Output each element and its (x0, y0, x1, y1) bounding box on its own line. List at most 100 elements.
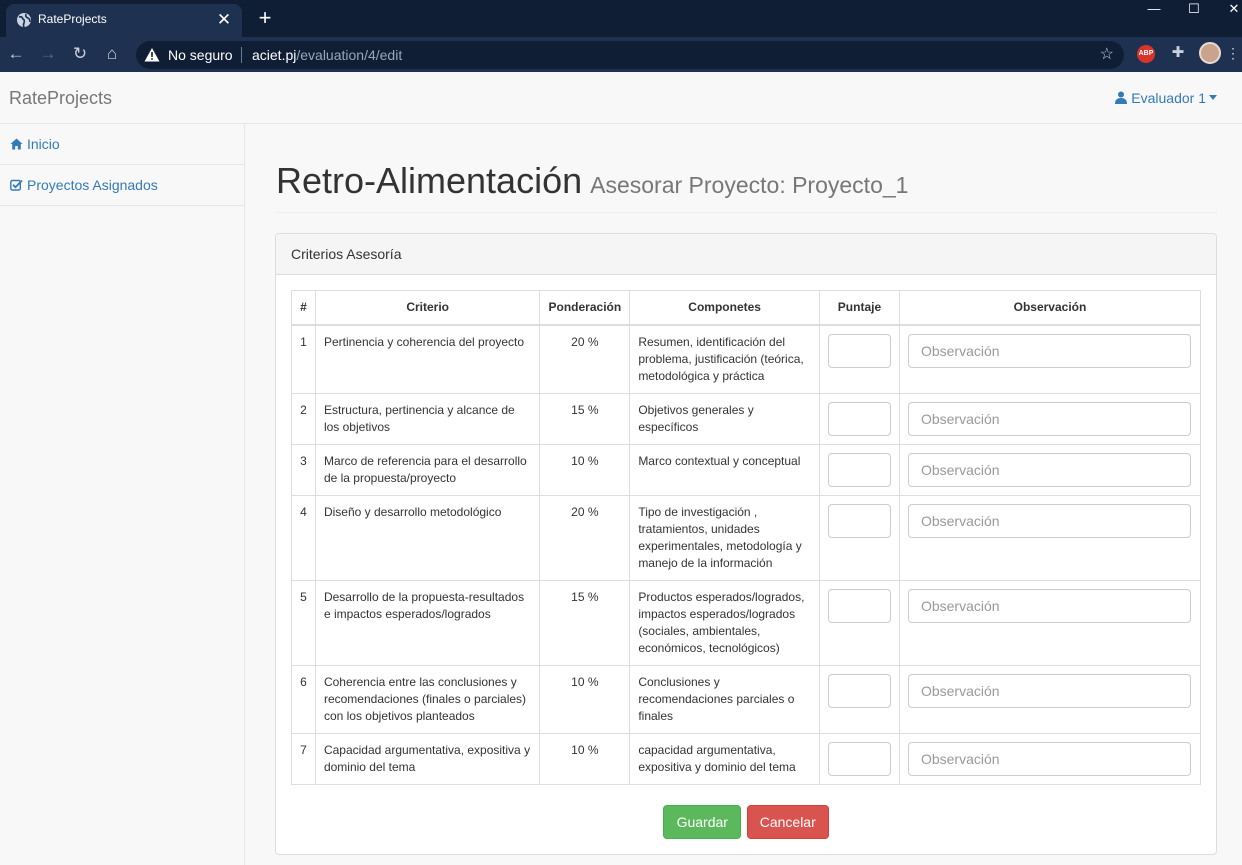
row-componentes: Conclusiones y recomendaciones parciales… (629, 664, 820, 734)
user-dropdown[interactable]: Evaluador 1 (1115, 90, 1217, 106)
table-row: 6 Coherencia entre las conclusiones y re… (291, 664, 1202, 734)
puntaje-input[interactable] (827, 401, 891, 436)
minimize-window-icon[interactable]: — (1134, 0, 1174, 20)
save-button[interactable]: Guardar (663, 804, 742, 839)
table-row: 7 Capacidad argumentativa, expositiva y … (291, 732, 1202, 785)
row-puntaje-cell (818, 494, 900, 581)
row-observacion-cell (898, 579, 1202, 666)
row-number: 7 (291, 732, 316, 785)
sidebar-item-label: Proyectos Asignados (27, 177, 158, 193)
row-puntaje-cell (818, 443, 900, 496)
app-navbar: RateProjects Evaluador 1 (0, 72, 1242, 124)
tab-title: RateProjects (38, 12, 107, 26)
page-subtitle: Asesorar Proyecto: Proyecto_1 (590, 172, 909, 198)
row-number: 4 (291, 494, 316, 581)
cancel-button[interactable]: Cancelar (746, 804, 829, 839)
user-icon (1115, 91, 1128, 104)
column-header: Componetes (629, 290, 820, 326)
row-observacion-cell (898, 664, 1202, 734)
form-actions: Guardar Cancelar (291, 804, 1201, 839)
back-icon[interactable]: ← (5, 43, 27, 65)
row-componentes: Productos esperados/logrados, impactos e… (629, 579, 820, 666)
sidebar-item-inicio[interactable]: Inicio (0, 124, 244, 165)
row-ponderacion: 20 % (539, 324, 631, 394)
adblock-extension-icon[interactable]: ABP (1137, 45, 1155, 63)
home-browser-icon[interactable]: ⌂ (101, 43, 123, 65)
warning-icon (144, 48, 160, 62)
table-row: 4 Diseño y desarrollo metodológico 20 % … (291, 494, 1202, 581)
sidebar-item-label: Inicio (27, 136, 60, 152)
close-tab-icon[interactable]: ✕ (214, 8, 234, 32)
row-componentes: capacidad argumentativa, expositiva y do… (629, 732, 820, 785)
security-label[interactable]: No seguro (168, 47, 233, 63)
caret-down-icon (1209, 95, 1217, 100)
row-puntaje-cell (818, 579, 900, 666)
column-header: # (291, 290, 316, 326)
sidebar: Inicio Proyectos Asignados (0, 124, 245, 865)
row-componentes: Resumen, identificación del problema, ju… (629, 324, 820, 394)
reload-icon[interactable]: ↻ (69, 43, 91, 65)
row-criterio: Capacidad argumentativa, expositiva y do… (314, 732, 541, 785)
puntaje-input[interactable] (827, 452, 891, 487)
puntaje-input[interactable] (827, 741, 891, 776)
column-header: Criterio (314, 290, 541, 326)
observacion-input[interactable] (907, 333, 1191, 368)
profile-avatar[interactable] (1199, 42, 1221, 64)
table-row: 2 Estructura, pertinencia y alcance de l… (291, 392, 1202, 445)
globe-icon (17, 13, 31, 28)
new-tab-button[interactable]: + (256, 4, 274, 32)
row-ponderacion: 20 % (539, 494, 631, 581)
row-puntaje-cell (818, 732, 900, 785)
row-criterio: Marco de referencia para el desarrollo d… (314, 443, 541, 496)
observacion-input[interactable] (907, 588, 1191, 623)
puntaje-input[interactable] (827, 503, 891, 538)
browser-menu-icon[interactable]: ⋮ (1226, 43, 1240, 63)
row-criterio: Estructura, pertinencia y alcance de los… (314, 392, 541, 445)
row-ponderacion: 15 % (539, 392, 631, 445)
row-number: 3 (291, 443, 316, 496)
row-puntaje-cell (818, 324, 900, 394)
row-ponderacion: 10 % (539, 443, 631, 496)
observacion-input[interactable] (907, 741, 1191, 776)
home-icon (10, 138, 23, 150)
table-row: 1 Pertinencia y coherencia del proyecto … (291, 324, 1202, 394)
extensions-puzzle-icon[interactable]: ✚ (1168, 43, 1188, 63)
puntaje-input[interactable] (827, 673, 891, 708)
row-componentes: Marco contextual y conceptual (629, 443, 820, 496)
browser-tab[interactable]: RateProjects ✕ (6, 4, 242, 37)
close-window-icon[interactable]: ✕ (1214, 0, 1242, 20)
row-observacion-cell (898, 324, 1202, 394)
puntaje-input[interactable] (827, 333, 891, 368)
observacion-input[interactable] (907, 503, 1191, 538)
row-observacion-cell (898, 443, 1202, 496)
maximize-window-icon[interactable]: ☐ (1174, 0, 1214, 20)
table-row: 5 Desarrollo de la propuesta-resultados … (291, 579, 1202, 666)
url-text[interactable]: aciet.pj/evaluation/4/edit (252, 47, 402, 63)
table-header-row: # Criterio Ponderación Componetes Puntaj… (291, 290, 1202, 326)
row-ponderacion: 15 % (539, 579, 631, 666)
row-observacion-cell (898, 732, 1202, 785)
bookmark-star-icon[interactable]: ☆ (1100, 44, 1114, 64)
observacion-input[interactable] (907, 673, 1191, 708)
forward-icon[interactable]: → (37, 43, 59, 65)
observacion-input[interactable] (907, 452, 1191, 487)
column-header: Observación (898, 290, 1202, 326)
brand-link[interactable]: RateProjects (9, 88, 112, 109)
criteria-panel: Criterios Asesoría # Criterio Ponderació… (275, 233, 1217, 855)
row-criterio: Coherencia entre las conclusiones y reco… (314, 664, 541, 734)
table-row: 3 Marco de referencia para el desarrollo… (291, 443, 1202, 496)
column-header: Puntaje (818, 290, 900, 326)
check-square-icon (10, 179, 23, 191)
row-observacion-cell (898, 494, 1202, 581)
row-observacion-cell (898, 392, 1202, 445)
sidebar-item-proyectos-asignados[interactable]: Proyectos Asignados (0, 165, 244, 206)
user-label: Evaluador 1 (1131, 90, 1206, 106)
row-componentes: Objetivos generales y específicos (629, 392, 820, 445)
observacion-input[interactable] (907, 401, 1191, 436)
browser-toolbar: ← → ↻ ⌂ No seguro aciet.pj/evaluation/4/… (0, 37, 1242, 72)
row-criterio: Diseño y desarrollo metodológico (314, 494, 541, 581)
page-title: Retro-Alimentación Asesorar Proyecto: Pro… (276, 160, 909, 201)
address-bar[interactable]: No seguro aciet.pj/evaluation/4/edit ☆ (136, 41, 1124, 69)
row-number: 5 (291, 579, 316, 666)
puntaje-input[interactable] (827, 588, 891, 623)
